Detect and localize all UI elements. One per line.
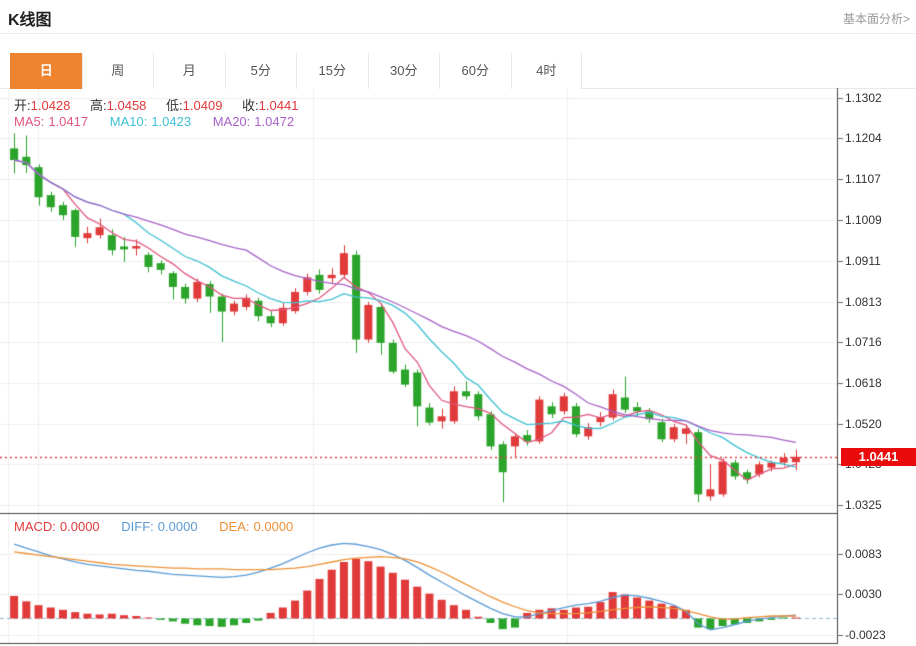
ma20-value: 1.0472 <box>254 114 294 129</box>
price-axis-label: 1.0325 <box>845 498 882 512</box>
price-axis-label: 1.0618 <box>845 376 882 390</box>
tab-4hour[interactable]: 4时 <box>511 53 583 89</box>
current-price-badge: 1.0441 <box>841 448 916 466</box>
macd-axis-label: -0.0023 <box>845 628 886 642</box>
tab-5min[interactable]: 5分 <box>225 53 297 89</box>
tab-60min[interactable]: 60分 <box>439 53 511 89</box>
high-label: 高: <box>90 98 107 113</box>
ohlc-legend: 开:1.0428 高:1.0458 低:1.0409 收:1.0441 <box>14 95 314 114</box>
tab-30min[interactable]: 30分 <box>368 53 440 89</box>
ma10-value: 1.0423 <box>151 114 191 129</box>
kline-page: K线图 基本面分析> 日 周 月 5分 15分 30分 60分 4时 开:1.0… <box>0 0 916 646</box>
period-tab-bar: 日 周 月 5分 15分 30分 60分 4时 <box>10 53 582 89</box>
price-axis-label: 1.1302 <box>845 91 882 105</box>
macd-value: 0.0000 <box>60 519 100 534</box>
low-label: 低: <box>166 98 183 113</box>
macd-axis-label: 0.0083 <box>845 547 882 561</box>
ma5-value: 1.0417 <box>48 114 88 129</box>
price-axis-label: 1.0813 <box>845 295 882 309</box>
dea-label: DEA: <box>219 519 249 534</box>
macd-legend: MACD: 0.0000 DIFF: 0.0000 DEA: 0.0000 <box>14 519 311 534</box>
ma10-label: MA10: <box>110 114 148 129</box>
open-value: 1.0428 <box>31 98 71 113</box>
dea-value: 0.0000 <box>254 519 294 534</box>
low-value: 1.0409 <box>183 98 223 113</box>
ma5-label: MA5: <box>14 114 44 129</box>
ma20-label: MA20: <box>213 114 251 129</box>
tab-day[interactable]: 日 <box>10 53 82 89</box>
tab-week[interactable]: 周 <box>82 53 154 89</box>
macd-axis-label: 0.0030 <box>845 587 882 601</box>
price-axis-label: 1.1107 <box>845 172 881 186</box>
price-axis-label: 1.1204 <box>845 131 882 145</box>
price-axis-label: 1.1009 <box>845 213 882 227</box>
tab-15min[interactable]: 15分 <box>296 53 368 89</box>
open-label: 开: <box>14 98 31 113</box>
macd-label: MACD: <box>14 519 56 534</box>
diff-value: 0.0000 <box>158 519 198 534</box>
ma-legend: MA5: 1.0417 MA10:1.0423 MA20:1.0472 <box>14 114 312 129</box>
close-label: 收: <box>242 98 259 113</box>
tab-month[interactable]: 月 <box>153 53 225 89</box>
high-value: 1.0458 <box>107 98 147 113</box>
price-axis-label: 1.0911 <box>845 254 881 268</box>
diff-label: DIFF: <box>121 519 154 534</box>
price-axis-label: 1.0520 <box>845 417 882 431</box>
close-value: 1.0441 <box>259 98 299 113</box>
price-axis-label: 1.0716 <box>845 335 882 349</box>
